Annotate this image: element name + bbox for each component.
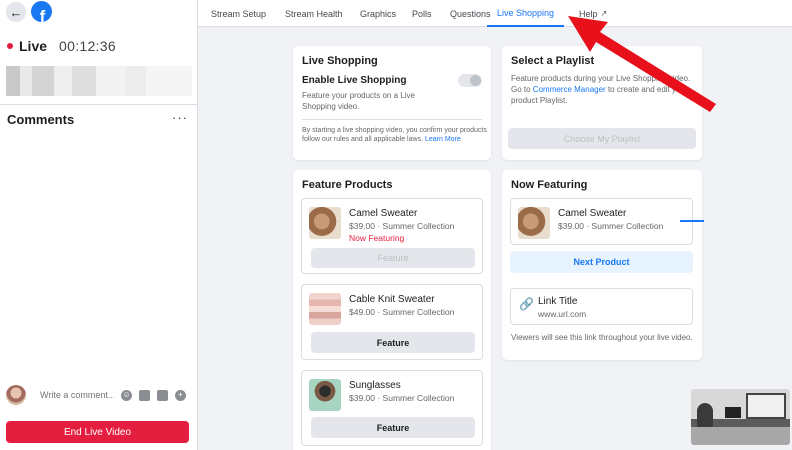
tab-stream-setup[interactable]: Stream Setup bbox=[211, 0, 266, 27]
featured-indicator bbox=[680, 220, 704, 222]
live-label: Live bbox=[19, 38, 48, 54]
external-link-icon: ↗ bbox=[600, 9, 608, 18]
link-title: Link Title bbox=[538, 296, 578, 307]
product-item: Camel Sweater $39.00 · Summer Collection… bbox=[301, 198, 483, 274]
more-options-icon[interactable]: ··· bbox=[172, 110, 188, 125]
next-product-button[interactable]: Next Product bbox=[510, 251, 693, 273]
live-timer: 00:12:36 bbox=[59, 38, 116, 54]
playlist-description: Feature products during your Live Shoppi… bbox=[511, 73, 696, 106]
comment-input[interactable] bbox=[40, 390, 114, 400]
product-name: Camel Sweater bbox=[558, 208, 627, 219]
camera-preview[interactable] bbox=[691, 389, 790, 445]
product-thumbnail bbox=[309, 293, 341, 325]
end-live-video-button[interactable]: End Live Video bbox=[6, 421, 189, 443]
tab-live-shopping[interactable]: Live Shopping bbox=[487, 0, 565, 27]
tab-polls[interactable]: Polls bbox=[412, 0, 432, 27]
preview-person bbox=[697, 403, 713, 427]
emoji-icon[interactable]: ☺ bbox=[121, 389, 132, 401]
product-thumbnail bbox=[309, 207, 341, 239]
product-meta: $39.00 · Summer Collection bbox=[349, 221, 455, 231]
product-item: Sunglasses $39.00 · Summer Collection Fe… bbox=[301, 370, 483, 446]
live-dot-icon bbox=[7, 43, 13, 49]
product-item: Cable Knit Sweater $49.00 · Summer Colle… bbox=[301, 284, 483, 360]
top-tab-bar: Stream Setup Stream Health Graphics Poll… bbox=[198, 0, 792, 27]
live-shopping-card: Live Shopping Enable Live Shopping Featu… bbox=[293, 46, 491, 160]
tab-graphics[interactable]: Graphics bbox=[360, 0, 396, 27]
product-name: Sunglasses bbox=[349, 380, 401, 391]
link-card[interactable]: 🔗 Link Title www.url.com bbox=[510, 288, 693, 325]
learn-more-link[interactable]: Learn More bbox=[425, 136, 461, 143]
sticker-icon[interactable] bbox=[157, 389, 168, 401]
tab-questions[interactable]: Questions bbox=[450, 0, 491, 27]
feature-button[interactable]: Feature bbox=[311, 332, 475, 353]
blurred-video-title bbox=[6, 66, 192, 96]
preview-monitor bbox=[725, 407, 741, 418]
now-featuring-status: Now Featuring bbox=[349, 233, 405, 243]
feature-button[interactable]: Feature bbox=[311, 248, 475, 268]
product-name: Cable Knit Sweater bbox=[349, 294, 435, 305]
gif-icon[interactable] bbox=[139, 389, 150, 401]
feature-button[interactable]: Feature bbox=[311, 417, 475, 438]
avatar bbox=[6, 385, 26, 405]
tab-help-label: Help bbox=[579, 8, 598, 19]
product-thumbnail bbox=[518, 207, 550, 239]
enable-live-shopping-label: Enable Live Shopping bbox=[302, 75, 407, 86]
live-shopping-description: Feature your products on a Live Shopping… bbox=[302, 91, 415, 111]
product-meta: $39.00 · Summer Collection bbox=[349, 393, 455, 403]
facebook-logo[interactable]: f bbox=[31, 1, 52, 22]
tab-help[interactable]: Help ↗ bbox=[579, 0, 607, 27]
preview-window bbox=[746, 393, 786, 419]
featured-product: Camel Sweater $39.00 · Summer Collection bbox=[510, 198, 693, 245]
feature-products-card: Feature Products Camel Sweater $39.00 · … bbox=[293, 170, 491, 450]
left-sidebar: ← f Live 00:12:36 Comments ··· ☺ + End L… bbox=[0, 0, 198, 450]
link-note: Viewers will see this link throughout yo… bbox=[511, 333, 693, 342]
tab-stream-health[interactable]: Stream Health bbox=[285, 0, 343, 27]
product-meta: $39.00 · Summer Collection bbox=[558, 221, 664, 231]
link-url: www.url.com bbox=[538, 309, 587, 319]
divider bbox=[302, 119, 482, 120]
enable-live-shopping-toggle[interactable] bbox=[458, 74, 482, 87]
live-shopping-title: Live Shopping bbox=[302, 55, 378, 67]
now-featuring-title: Now Featuring bbox=[511, 179, 588, 191]
product-meta: $49.00 · Summer Collection bbox=[349, 307, 455, 317]
comments-title: Comments bbox=[7, 112, 75, 127]
commerce-manager-link[interactable]: Commerce Manager bbox=[533, 85, 606, 94]
live-status: Live 00:12:36 bbox=[7, 38, 116, 54]
divider bbox=[0, 104, 198, 105]
arrow-left-icon: ← bbox=[9, 4, 23, 20]
link-icon: 🔗 bbox=[519, 297, 534, 311]
product-thumbnail bbox=[309, 379, 341, 411]
choose-my-playlist-button[interactable]: Choose My Playlist bbox=[508, 128, 696, 149]
product-name: Camel Sweater bbox=[349, 208, 418, 219]
legal-text: By starting a live shopping video, you c… bbox=[302, 126, 487, 144]
select-playlist-card: Select a Playlist Feature products durin… bbox=[502, 46, 702, 160]
toggle-knob bbox=[470, 75, 481, 86]
feature-products-title: Feature Products bbox=[302, 179, 393, 191]
add-icon[interactable]: + bbox=[175, 389, 186, 401]
comment-composer: ☺ + bbox=[6, 384, 192, 406]
now-featuring-card: Now Featuring Camel Sweater $39.00 · Sum… bbox=[502, 170, 704, 360]
select-playlist-title: Select a Playlist bbox=[511, 55, 595, 67]
back-button[interactable]: ← bbox=[6, 2, 26, 22]
